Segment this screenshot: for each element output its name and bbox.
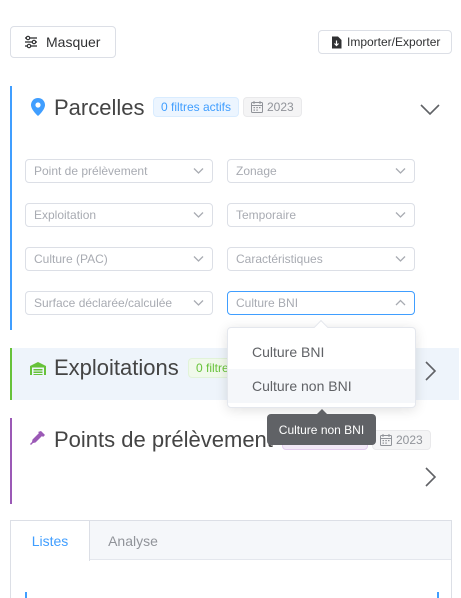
results-tabs: Listes Analyse — [10, 520, 452, 598]
hide-button[interactable]: Masquer — [10, 26, 116, 58]
import-export-label: Importer/Exporter — [347, 35, 441, 49]
parcelles-year-tag: 2023 — [243, 97, 302, 117]
tab-analyse[interactable]: Analyse — [90, 521, 176, 561]
select-placeholder: Exploitation — [34, 208, 97, 222]
temporaire-select[interactable]: Temporaire — [227, 203, 415, 227]
calendar-icon — [251, 101, 263, 113]
chevron-down-icon — [193, 256, 204, 262]
select-placeholder: Culture BNI — [236, 296, 299, 310]
chevron-down-icon — [395, 256, 406, 262]
chevron-down-icon — [193, 168, 204, 174]
chevron-up-icon — [395, 299, 406, 306]
file-download-icon — [332, 36, 342, 48]
surface-select[interactable]: Surface déclarée/calculée — [25, 291, 213, 315]
option-culture-bni[interactable]: Culture BNI — [228, 335, 415, 369]
map-marker-icon — [31, 98, 45, 116]
chevron-down-icon[interactable] — [419, 103, 441, 117]
points-year-tag: 2023 — [372, 430, 431, 450]
option-culture-non-bni[interactable]: Culture non BNI — [228, 369, 415, 403]
parcelles-title: Parcelles — [54, 95, 145, 120]
list-right-border — [437, 592, 439, 598]
select-placeholder: Surface déclarée/calculée — [34, 296, 173, 310]
points-year: 2023 — [396, 433, 423, 447]
chevron-right-icon[interactable] — [424, 466, 438, 488]
option-tooltip: Culture non BNI — [267, 409, 376, 445]
caracteristiques-select[interactable]: Caractéristiques — [227, 247, 415, 271]
dropdown-arrow — [313, 319, 329, 335]
calendar-icon — [380, 434, 392, 446]
select-placeholder: Zonage — [236, 164, 277, 178]
zonage-select[interactable]: Zonage — [227, 159, 415, 183]
tab-listes[interactable]: Listes — [11, 521, 90, 561]
culture-pac-select[interactable]: Culture (PAC) — [25, 247, 213, 271]
parcelles-filters-badge: 0 filtres actifs — [153, 97, 240, 117]
points-accent-border — [10, 418, 12, 504]
point-prelevement-select[interactable]: Point de prélèvement — [25, 159, 213, 183]
sliders-icon — [25, 35, 37, 49]
chevron-down-icon — [193, 212, 204, 218]
chevron-down-icon — [193, 300, 204, 306]
select-placeholder: Point de prélèvement — [34, 164, 148, 178]
tooltip-text: Culture non BNI — [278, 422, 365, 437]
exploitations-title: Exploitations — [54, 355, 179, 380]
chevron-down-icon — [395, 212, 406, 218]
culture-bni-select[interactable]: Culture BNI — [227, 291, 415, 315]
tooltip-arrow — [317, 409, 327, 414]
parcelles-year: 2023 — [267, 100, 294, 114]
chevron-right-icon[interactable] — [424, 360, 438, 382]
exploitation-select[interactable]: Exploitation — [25, 203, 213, 227]
select-placeholder: Temporaire — [236, 208, 297, 222]
hide-button-label: Masquer — [46, 34, 101, 50]
import-export-button[interactable]: Importer/Exporter — [318, 30, 452, 54]
select-placeholder: Caractéristiques — [236, 252, 323, 266]
exploitations-accent-border — [10, 348, 12, 400]
chevron-down-icon — [395, 168, 406, 174]
list-left-border — [25, 592, 27, 598]
pipette-icon — [30, 431, 45, 445]
warehouse-icon — [30, 362, 46, 375]
culture-bni-dropdown: Culture BNI Culture non BNI — [227, 319, 416, 408]
select-placeholder: Culture (PAC) — [34, 252, 108, 266]
parcelles-accent-border — [10, 86, 12, 330]
points-title: Points de prélèvement — [54, 427, 273, 452]
